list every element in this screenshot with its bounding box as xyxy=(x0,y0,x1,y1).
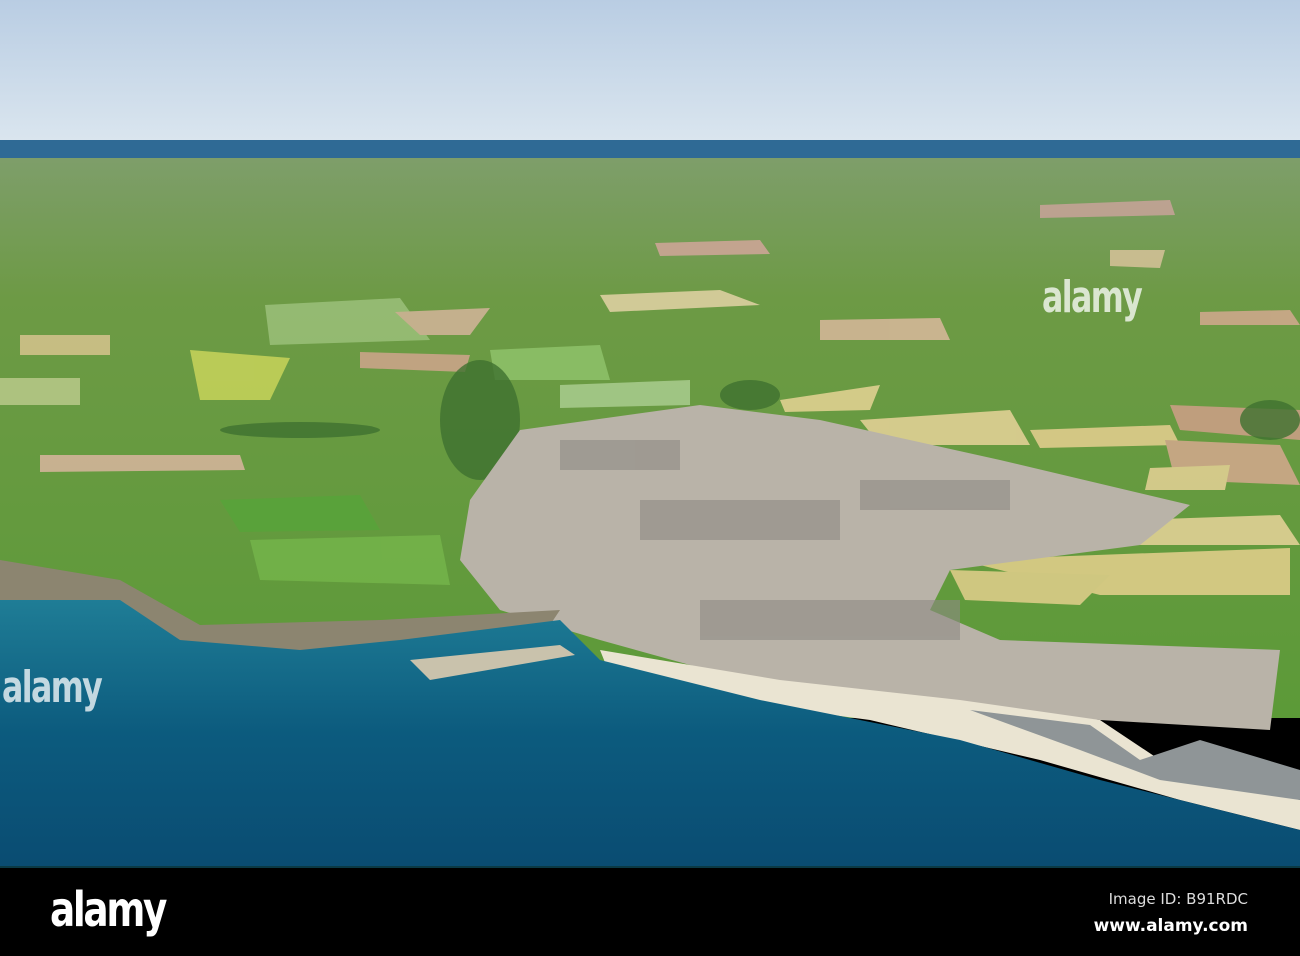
footer-logo: alamy xyxy=(50,882,167,938)
aerial-coastal-town-photo: alamy alamy xyxy=(0,0,1300,866)
stock-photo: alamy alamy alamy Image ID: B91RDC www.a… xyxy=(0,0,1300,956)
site-url: www.alamy.com xyxy=(1093,916,1248,936)
sky xyxy=(0,0,1300,145)
watermark-logo: alamy xyxy=(1042,272,1143,323)
watermark-logo: alamy xyxy=(2,662,103,713)
aerial-scene xyxy=(0,0,1300,866)
image-id: Image ID: B91RDC xyxy=(1108,890,1248,908)
footer-bar: alamy Image ID: B91RDC www.alamy.com xyxy=(0,866,1300,956)
